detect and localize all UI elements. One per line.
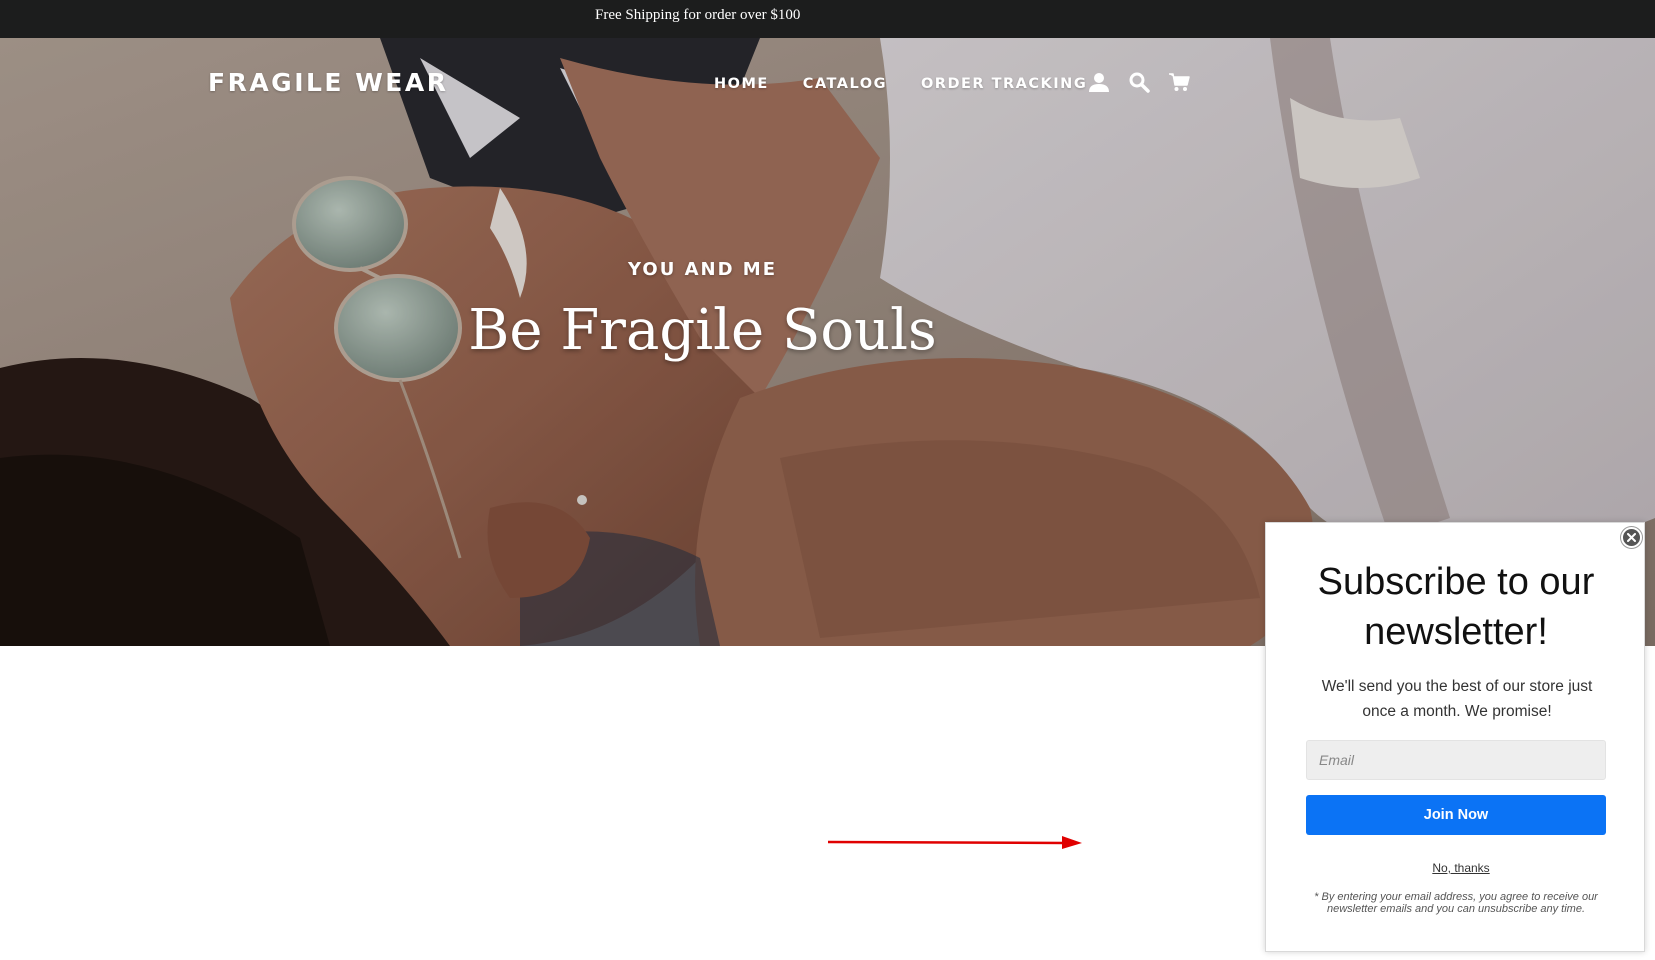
announcement-bar: Free Shipping for order over $100: [0, 0, 1655, 38]
account-icon[interactable]: [1088, 71, 1110, 93]
popup-title: Subscribe to our newsletter!: [1317, 561, 1595, 653]
hero-title: Be Fragile Souls: [468, 298, 937, 363]
header-icons: [1088, 71, 1190, 93]
nav-order-tracking[interactable]: ORDER TRACKING: [921, 76, 1087, 92]
popup-disclaimer: * By entering your email address, you ag…: [1314, 891, 1598, 915]
red-arrow-annotation: [827, 836, 1082, 849]
join-now-button[interactable]: Join Now: [1306, 795, 1606, 835]
email-field[interactable]: [1306, 740, 1606, 780]
nav-catalog[interactable]: CATALOG: [803, 76, 887, 92]
main-nav: HOME CATALOG ORDER TRACKING: [714, 76, 1121, 92]
hero-subheading: YOU AND ME: [628, 259, 777, 280]
announcement-text: Free Shipping for order over $100: [595, 7, 801, 23]
cart-icon[interactable]: [1168, 71, 1190, 93]
popup-close-button[interactable]: [1621, 527, 1642, 548]
popup-description: We'll send you the best of our store jus…: [1321, 678, 1593, 720]
close-icon: [1627, 533, 1636, 542]
no-thanks-link[interactable]: No, thanks: [1266, 861, 1655, 875]
nav-home[interactable]: HOME: [714, 76, 769, 92]
search-icon[interactable]: [1128, 71, 1150, 93]
site-logo[interactable]: FRAGILE WEAR: [208, 68, 448, 97]
newsletter-popup: Subscribe to our newsletter! We'll send …: [1265, 522, 1645, 952]
